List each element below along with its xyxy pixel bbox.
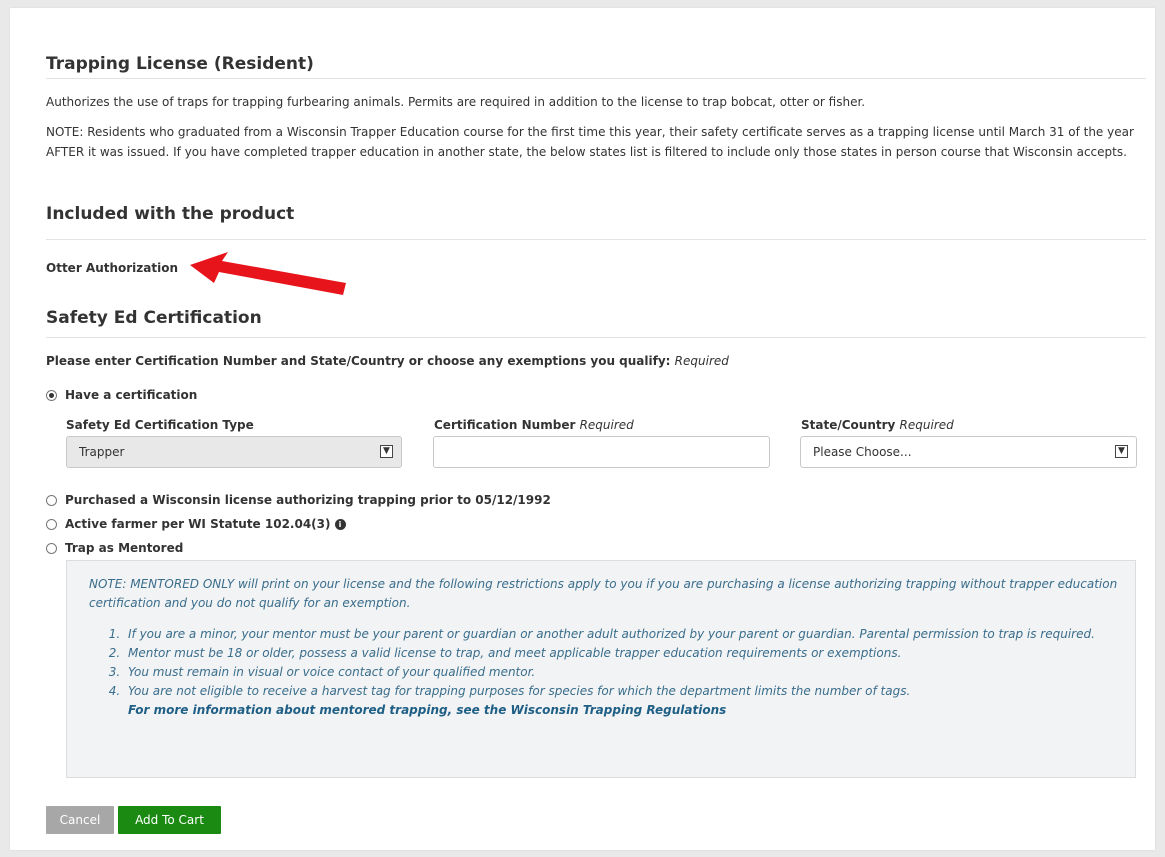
cert-type-value: Trapper [79,445,125,459]
list-item: If you are a minor, your mentor must be … [124,625,1117,644]
list-item: You must remain in visual or voice conta… [124,663,1117,682]
cert-type-label: Safety Ed Certification Type [66,418,254,432]
safety-heading: Safety Ed Certification [46,308,262,328]
license-note: NOTE: Residents who graduated from a Wis… [46,125,1134,159]
info-icon[interactable]: i [334,518,346,530]
included-item: Otter Authorization [46,261,179,275]
list-item: You are not eligible to receive a harves… [124,682,1117,720]
license-form-card: Trapping License (Resident) Authorizes t… [10,8,1155,850]
license-description: Authorizes the use of traps for trapping… [46,95,866,109]
mentored-note-intro: NOTE: MENTORED ONLY will print on your l… [89,577,1118,610]
radio-have-certification[interactable] [46,389,57,401]
option-trap-mentored[interactable]: Trap as Mentored [46,541,183,555]
cert-number-input[interactable] [433,436,770,468]
option-label: Have a certification [65,388,198,402]
chevron-down-icon: ▼ [380,445,393,458]
list-item: Mentor must be 18 or older, possess a va… [124,644,1117,663]
option-label: Purchased a Wisconsin license authorizin… [65,493,551,507]
divider [46,239,1146,240]
option-label: Trap as Mentored [65,541,184,555]
divider [46,337,1146,338]
option-active-farmer[interactable]: Active farmer per WI Statute 102.04(3) i [46,517,346,531]
cert-number-label: Certification Number Required [434,418,634,432]
state-label: State/Country Required [801,418,954,432]
page-title: Trapping License (Resident) [46,54,314,74]
radio-active-farmer[interactable] [46,518,57,530]
cancel-button[interactable]: Cancel [46,806,114,834]
state-select[interactable]: Please Choose... ▼ [800,436,1137,468]
option-label: Active farmer per WI Statute 102.04(3) [65,517,331,531]
radio-trap-mentored[interactable] [46,542,57,554]
mentored-restrictions-list: If you are a minor, your mentor must be … [67,625,1117,720]
chevron-down-icon: ▼ [1115,445,1128,458]
required-tag: Required [674,354,729,368]
required-tag: Required [899,418,954,432]
option-have-certification[interactable]: Have a certification [46,388,197,402]
divider [46,78,1146,79]
red-arrow-icon [190,252,346,295]
state-value: Please Choose... [813,445,912,459]
radio-purchased-prior[interactable] [46,494,57,506]
option-purchased-prior[interactable]: Purchased a Wisconsin license authorizin… [46,493,551,507]
add-to-cart-button[interactable]: Add To Cart [118,806,221,834]
safety-prompt: Please enter Certification Number and St… [46,354,729,368]
cert-type-select[interactable]: Trapper ▼ [66,436,402,468]
included-heading: Included with the product [46,204,295,224]
mentored-note-box: NOTE: MENTORED ONLY will print on your l… [66,560,1136,778]
regulations-link[interactable]: For more information about mentored trap… [128,703,726,717]
required-tag: Required [579,418,634,432]
